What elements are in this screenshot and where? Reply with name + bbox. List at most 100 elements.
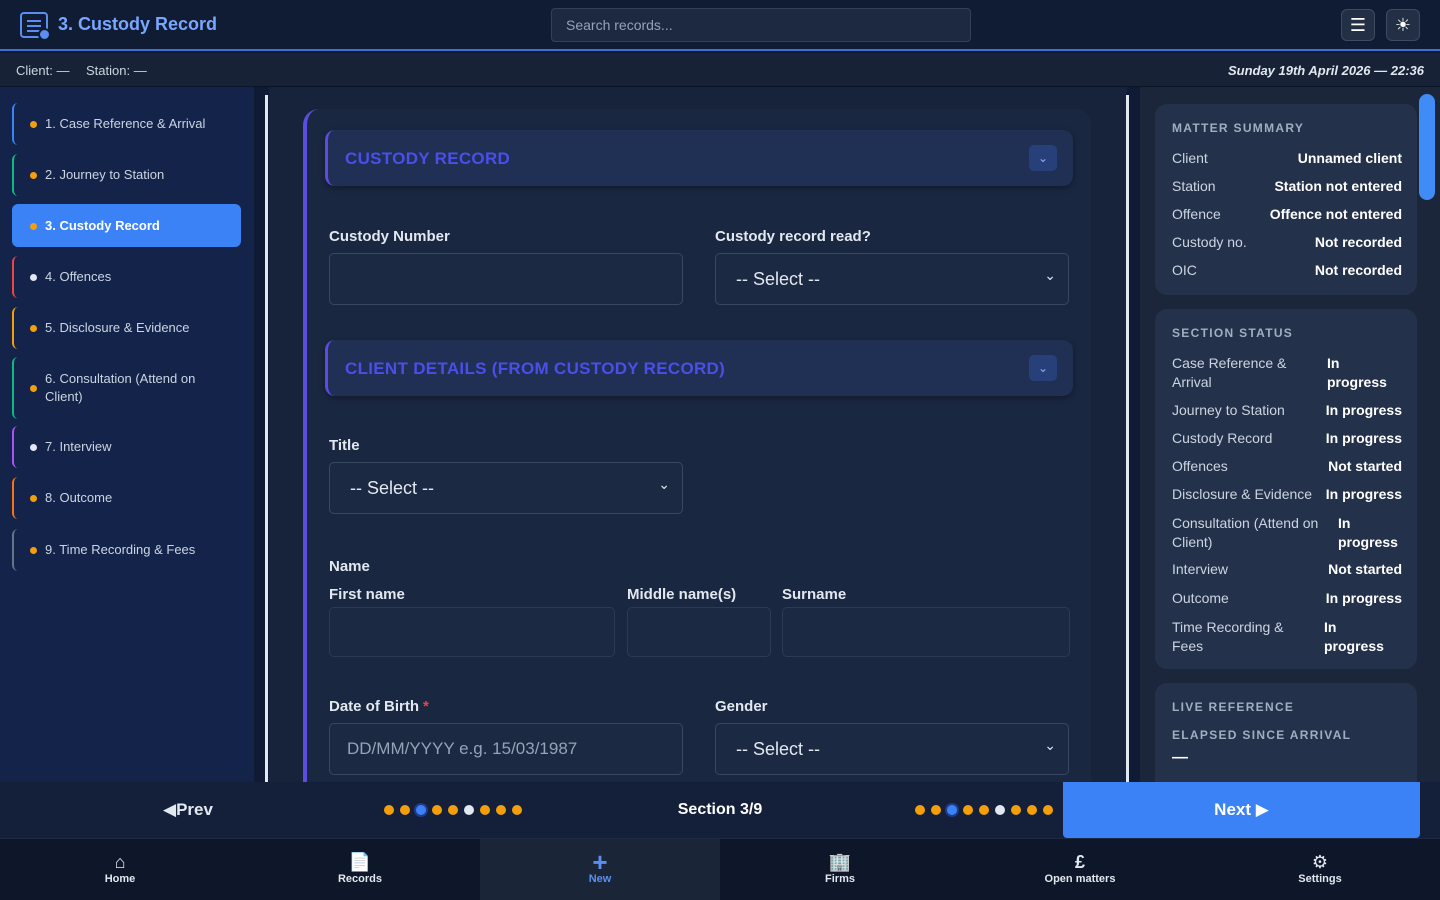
progress-dot[interactable] [979,805,989,815]
elapsed-value: — [1172,749,1188,766]
progress-dot[interactable] [448,805,458,815]
first-name-label: First name [329,586,405,603]
progress-dot[interactable] [496,805,506,815]
tab-records[interactable]: 📄 Records [240,839,480,900]
section-header-client-details[interactable]: CLIENT DETAILS (FROM CUSTODY RECORD) ⌄ [325,340,1073,396]
chevron-down-icon[interactable]: ⌄ [1029,145,1057,171]
sidebar-item-label: 7. Interview [45,439,112,454]
sidebar-item-interview[interactable]: 7. Interview [12,426,241,468]
section-counter: Section 3/9 [677,801,763,818]
progress-dot[interactable] [464,805,474,815]
status-dot [30,444,37,451]
dob-label: Date of Birth * [329,698,429,715]
status-row: Consultation (Attend on Client) In progre… [1172,515,1398,550]
title-select[interactable]: -- Select -- [329,459,683,514]
scrollbar[interactable] [1418,94,1436,782]
sidebar-item-label: 2. Journey to Station [45,167,165,182]
custody-record-icon [20,12,51,41]
progress-dot[interactable] [1027,805,1037,815]
status-dot [30,325,37,332]
tab-label: Records [337,873,383,885]
status-dot [30,385,37,392]
chevron-down-icon[interactable]: ⌄ [1029,355,1057,381]
tab-firms[interactable]: 🏢 Firms [720,839,960,900]
tab-label: Home [104,873,136,885]
divider [265,95,268,782]
dob-input[interactable]: DD/MM/YYYY e.g. 15/03/1987 [329,723,683,775]
custody-number-label: Custody Number [329,228,450,245]
prev-button[interactable]: ◀Prev [0,782,376,838]
progress-dot[interactable] [480,805,490,815]
status-dot [30,222,37,230]
main-content: CUSTODY RECORD ⌄ Custody Number Custody … [269,87,1127,782]
section-status-card: SECTION STATUS Case Reference & Arrival I… [1155,309,1417,669]
status-dot [30,121,37,128]
sidebar-item-label: 6. Consultation (Attend on Client) [45,371,196,404]
sidebar-item-time-recording[interactable]: 9. Time Recording & Fees [12,529,241,571]
progress-dots-right [915,805,1053,815]
sidebar-item-offences[interactable]: 4. Offences [12,256,241,298]
client-context: Client: — [16,63,70,78]
gear-icon: ⚙ [1311,852,1329,872]
first-name-input[interactable] [329,607,615,657]
matter-summary-card: MATTER SUMMARY Client Unnamed client Stat… [1155,104,1417,295]
divider [1126,95,1129,782]
custody-read-label: Custody record read? [715,228,871,245]
arrow-left-icon: ◀ [163,800,177,819]
progress-dot[interactable] [947,805,957,815]
next-label: Next [1214,800,1252,819]
progress-dot[interactable] [384,805,394,815]
section-header-custody-record[interactable]: CUSTODY RECORD ⌄ [325,130,1073,186]
progress-dot[interactable] [400,805,410,815]
sidebar-item-label: 5. Disclosure & Evidence [45,320,190,335]
custody-read-select[interactable]: -- Select -- [715,250,1069,305]
menu-button[interactable]: ☰ [1341,9,1375,41]
progress-dot[interactable] [995,805,1005,815]
sidebar-item-journey[interactable]: 2. Journey to Station [12,154,241,196]
sidebar-item-custody-record[interactable]: 3. Custody Record [12,204,241,247]
status-dot [30,547,37,554]
page-title: 3. Custody Record [58,14,218,34]
theme-toggle-button[interactable]: ☀ [1386,9,1420,41]
summary-panel: MATTER SUMMARY Client Unnamed client Stat… [1140,87,1440,803]
live-reference-title: LIVE REFERENCE [1172,700,1295,714]
custody-number-input[interactable] [329,253,683,305]
arrow-right-icon: ▶ [1251,800,1269,819]
status-row: Time Recording & Fees In progress [1172,619,1384,654]
tab-open-matters[interactable]: £ Open matters [960,839,1200,900]
sidebar-item-label: 3. Custody Record [45,217,160,233]
sidebar-item-case-reference[interactable]: 1. Case Reference & Arrival [12,103,241,145]
sidebar-item-disclosure[interactable]: 5. Disclosure & Evidence [12,307,241,349]
progress-dot[interactable] [915,805,925,815]
tab-settings[interactable]: ⚙ Settings [1200,839,1440,900]
tab-home[interactable]: ⌂ Home [0,839,240,900]
date-time: Sunday 19th April 2026 — 22:36 [1227,63,1424,78]
tab-new[interactable]: + New [480,839,720,900]
progress-dot[interactable] [512,805,522,815]
sidebar-item-consultation[interactable]: 6. Consultation (Attend on Client) [12,357,241,419]
status-dot [30,172,37,179]
search-input[interactable] [551,8,971,42]
section-status-title: SECTION STATUS [1172,326,1294,340]
sidebar-item-label: 4. Offences [45,269,112,284]
progress-dot[interactable] [1011,805,1021,815]
next-button[interactable]: Next ▶ [1063,782,1420,838]
progress-dot[interactable] [931,805,941,815]
context-bar: Client: — Station: — Sunday 19th April 2… [0,53,1440,87]
progress-dot[interactable] [963,805,973,815]
gender-label: Gender [715,698,768,715]
form-card [303,109,1091,782]
progress-dot[interactable] [432,805,442,815]
gender-select[interactable]: -- Select -- [715,720,1069,775]
progress-dot[interactable] [1043,805,1053,815]
top-bar: 3. Custody Record ☰ ☀ [0,0,1440,51]
sidebar-item-outcome[interactable]: 8. Outcome [12,477,241,519]
scrollbar-thumb[interactable] [1419,94,1435,200]
home-icon: ⌂ [114,852,126,872]
sidebar-item-label: 9. Time Recording & Fees [45,542,196,557]
surname-input[interactable] [782,607,1070,657]
middle-name-input[interactable] [627,607,771,657]
title-label: Title [329,437,360,454]
tab-label: Settings [1298,873,1342,885]
progress-dot[interactable] [416,805,426,815]
